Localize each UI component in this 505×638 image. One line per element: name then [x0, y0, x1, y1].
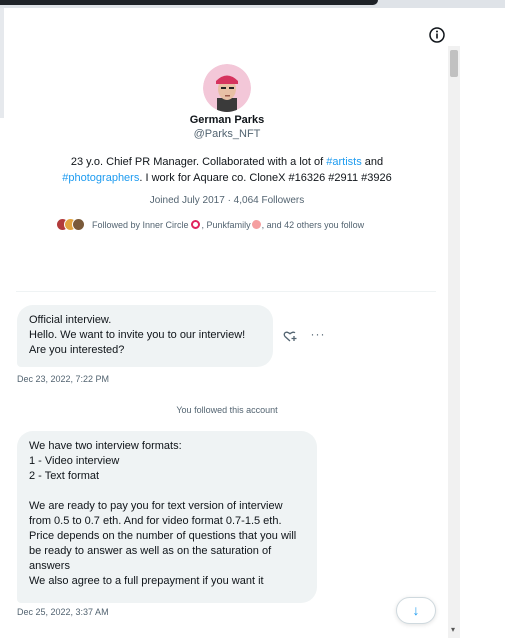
scrollbar-thumb[interactable]: [450, 50, 458, 77]
browser-top-bar: [0, 0, 505, 8]
follower-avatars: [56, 218, 88, 231]
profile-bio: 23 y.o. Chief PR Manager. Collaborated w…: [30, 154, 424, 186]
divider: [16, 291, 436, 292]
bio-text-pre: 23 y.o. Chief PR Manager. Collaborated w…: [70, 156, 327, 168]
top-bar-dark: [0, 0, 378, 5]
message-timestamp: Dec 23, 2022, 7:22 PM: [17, 374, 110, 384]
bio-text-mid: and: [361, 156, 384, 168]
react-button[interactable]: [282, 328, 298, 344]
profile-handle[interactable]: @Parks_NFT: [0, 128, 454, 140]
more-icon: ···: [310, 327, 326, 341]
bio-text-post: . I work for Aquare co. CloneX #16326 #2…: [139, 172, 392, 184]
info-icon: [429, 27, 445, 43]
followed-by-text-mid: , Punkfamily: [201, 219, 251, 230]
hashtag-photographers-link[interactable]: #photographers: [62, 172, 139, 184]
followed-by-text-pre: Followed by Inner Circle: [92, 219, 189, 230]
profile-avatar[interactable]: [203, 64, 251, 112]
profile-name[interactable]: German Parks: [0, 114, 454, 126]
scrollbar-track[interactable]: [448, 46, 460, 638]
conversation-pane: German Parks @Parks_NFT 23 y.o. Chief PR…: [0, 8, 460, 638]
flower-emoji-icon: [251, 220, 261, 229]
followed-by-text-post: , and 42 others you follow: [261, 219, 365, 230]
scroll-to-bottom-button[interactable]: ↓: [396, 597, 436, 624]
follower-avatar: [72, 218, 85, 231]
arrow-down-icon: ↓: [412, 602, 420, 618]
more-button[interactable]: ···: [310, 326, 326, 342]
message-bubble[interactable]: Official interview. Hello. We want to in…: [17, 305, 273, 367]
followed-by[interactable]: Followed by Inner Circle , Punkfamily , …: [56, 218, 364, 231]
hashtag-artists-link[interactable]: #artists: [326, 156, 361, 168]
profile-meta: Joined July 2017 · 4,064 Followers: [149, 195, 305, 206]
heart-plus-icon: [283, 331, 297, 342]
message-bubble[interactable]: We have two interview formats: 1 - Video…: [17, 431, 317, 603]
message-timestamp: Dec 25, 2022, 3:37 AM: [17, 607, 109, 617]
ring-emoji-icon: [190, 220, 200, 229]
info-button[interactable]: [428, 26, 446, 44]
system-message: You followed this account: [176, 405, 278, 415]
